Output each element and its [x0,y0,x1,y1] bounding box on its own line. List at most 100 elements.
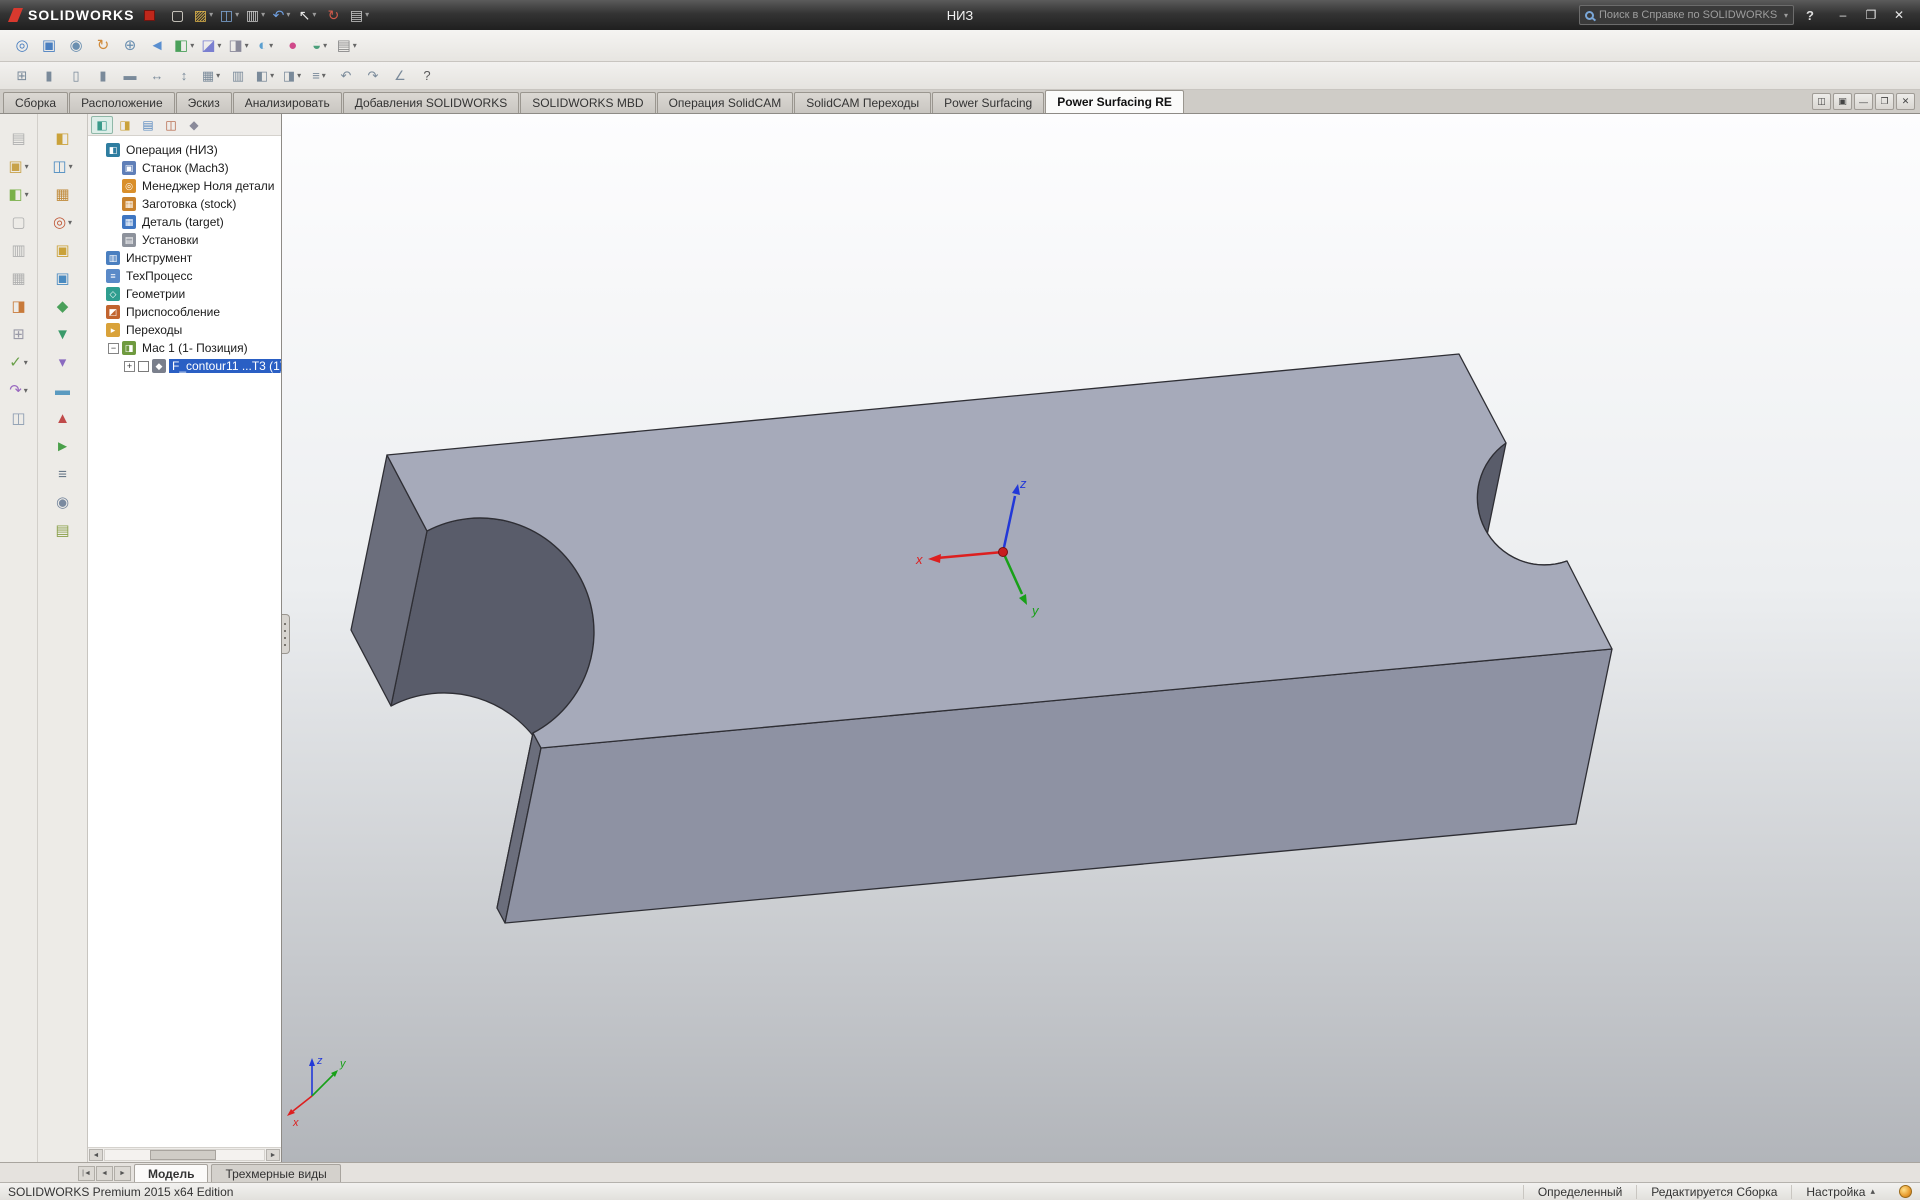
tree-item-target[interactable]: ▦Деталь (target) [88,213,281,231]
constraints-icon-dropdown-arrow[interactable]: ▾ [24,359,28,367]
tabs-scroll-right[interactable]: ► [114,1166,131,1181]
panel-toggle-icon[interactable]: ◫ [7,406,31,431]
curve-icon-dropdown-arrow[interactable]: ▾ [24,387,28,395]
view-settings-icon[interactable]: ▤▾ [335,34,359,58]
tab-layout[interactable]: Расположение [69,92,175,113]
tree-item-operation-root[interactable]: ◧Операция (НИЗ) [88,141,281,159]
solidcam-operations-icon[interactable]: ◫▾ [50,154,74,179]
status-state[interactable]: Определенный [1523,1185,1636,1199]
doc-restore-button[interactable]: ❐ [1875,93,1894,110]
zoom-fit-icon[interactable]: ◎ [10,34,34,58]
minimize-button[interactable]: – [1834,8,1852,22]
bring-front-icon-dropdown-arrow[interactable]: ▾ [270,72,274,80]
distribute-icon-dropdown-arrow[interactable]: ▾ [322,72,326,80]
tree-item-zero-manager[interactable]: ◎Менеджер Ноля детали [88,177,281,195]
align-right-icon[interactable]: ▮ [91,64,115,88]
save-icon-dropdown-arrow[interactable]: ▾ [235,11,239,19]
zoom-inout-icon[interactable]: ◉ [64,34,88,58]
rotate-view-icon[interactable]: ↻ [91,34,115,58]
tree-scroll-left-button[interactable]: ◄ [89,1149,103,1161]
options-icon[interactable]: ▤▾ [347,4,371,26]
report-icon[interactable]: ▤ [51,518,75,543]
rotate-left-icon[interactable]: ↶ [334,64,358,88]
align-center-icon[interactable]: ▯ [64,64,88,88]
profile-operation-icon[interactable]: ◆ [51,294,75,319]
apply-scene-icon-dropdown-arrow[interactable]: ▾ [323,42,327,50]
model-tab[interactable]: Модель [134,1164,208,1182]
view-orientation-icon-dropdown-arrow[interactable]: ▾ [217,42,221,50]
tab-evaluate[interactable]: Анализировать [233,92,342,113]
tree-item-fcontour-checkbox[interactable] [138,361,149,372]
model-canvas[interactable]: x z y z y x [282,114,1920,1162]
undo-icon-dropdown-arrow[interactable]: ▾ [286,11,290,19]
featuremanager-tab[interactable]: ◨ [114,116,136,134]
simulate-icon[interactable]: ► [51,434,75,459]
ungroup-icon[interactable]: ▥ [226,64,250,88]
milling-3d-icon[interactable]: ▲ [51,406,75,431]
status-customize[interactable]: Настройка▴ [1791,1185,1889,1199]
select-icon-dropdown-arrow[interactable]: ▾ [312,11,316,19]
hide-show-items-icon[interactable]: ◐▾ [254,34,278,58]
grid-icon[interactable]: ⊞ [7,322,31,347]
image-icon-dropdown-arrow[interactable]: ▾ [25,163,29,171]
tab-solidcam-transitions[interactable]: SolidCAM Переходы [794,92,931,113]
snap-grid-icon[interactable]: ⊞ [10,64,34,88]
distribute-icon[interactable]: ≡▾ [307,64,331,88]
panel-splitter-handle[interactable] [282,614,290,654]
sheet-icon[interactable]: ▦ [7,266,31,291]
target-model-icon[interactable]: ▣ [51,266,75,291]
bring-front-icon[interactable]: ◧▾ [253,64,277,88]
group-icon[interactable]: ▦▾ [199,64,223,88]
align-left-icon[interactable]: ▮ [37,64,61,88]
status-editing[interactable]: Редактируется Сборка [1636,1185,1791,1199]
viewport[interactable]: x z y z y x [282,114,1920,1162]
help-button[interactable]: ? [1800,8,1820,23]
tab-assembly[interactable]: Сборка [3,92,68,113]
palette-icon[interactable]: ◨ [7,294,31,319]
tree-item-tool[interactable]: ▥Инструмент [88,249,281,267]
tree-item-machine[interactable]: ▣Станок (Mach3) [88,159,281,177]
stock-model-icon[interactable]: ▣ [51,238,75,263]
open-icon[interactable]: ▨▾ [191,4,215,26]
configurationmanager-tab[interactable]: ◫ [160,116,182,134]
doc-pane-button-2[interactable]: ▣ [1833,93,1852,110]
open-part-icon[interactable]: ▢ [7,210,31,235]
group-icon-dropdown-arrow[interactable]: ▾ [216,72,220,80]
search-input[interactable] [1599,9,1779,21]
section-view-icon[interactable]: ◧▾ [172,34,196,58]
undo-icon[interactable]: ↶▾ [269,4,293,26]
zoom-area-icon[interactable]: ▣ [37,34,61,58]
solidcam-operations-icon-dropdown-arrow[interactable]: ▾ [69,163,73,171]
spacing-vertical-icon[interactable]: ↕ [172,64,196,88]
new-document-icon[interactable]: ▢ [165,4,189,26]
paste-icon[interactable]: ▤ [7,126,31,151]
status-customize-arrow-icon[interactable]: ▴ [1870,1186,1875,1197]
help-globe-icon[interactable] [1899,1185,1912,1198]
measure-icon[interactable]: ∠ [388,64,412,88]
display-style-icon[interactable]: ◨▾ [226,34,250,58]
solidcam-manager-tab[interactable]: ◧ [91,116,113,134]
restore-button[interactable]: ❐ [1862,8,1880,22]
part-icon[interactable]: ◧▾ [6,182,30,207]
tree-item-techprocess[interactable]: ≡ТехПроцесс [88,267,281,285]
search-dropdown-arrow[interactable]: ▾ [1784,11,1788,20]
coordinate-system-icon-dropdown-arrow[interactable]: ▾ [68,219,72,227]
pocket-operation-icon[interactable]: ▼ [51,322,75,347]
pan-icon[interactable]: ⊕ [118,34,142,58]
tabs-scroll-first[interactable]: |◄ [78,1166,95,1181]
view-orientation-icon[interactable]: ◪▾ [199,34,223,58]
doc-close-button[interactable]: ✕ [1896,93,1915,110]
previous-view-icon[interactable]: ◄ [145,34,169,58]
select-icon[interactable]: ↖▾ [295,4,319,26]
send-back-icon-dropdown-arrow[interactable]: ▾ [297,72,301,80]
print-icon-dropdown-arrow[interactable]: ▾ [261,11,265,19]
constraints-icon[interactable]: ✓▾ [7,350,31,375]
drill-operation-icon[interactable]: ▾ [51,350,75,375]
tree-item-fcontour[interactable]: +◆F_contour11 ...T3 (1) [88,357,281,375]
display-style-icon-dropdown-arrow[interactable]: ▾ [245,42,249,50]
hide-show-items-icon-dropdown-arrow[interactable]: ▾ [269,42,273,50]
tree-item-fixture[interactable]: ◩Приспособление [88,303,281,321]
tree-item-geometries[interactable]: ◇Геометрии [88,285,281,303]
view-settings-icon-dropdown-arrow[interactable]: ▾ [353,42,357,50]
face-operation-icon[interactable]: ▬ [51,378,75,403]
